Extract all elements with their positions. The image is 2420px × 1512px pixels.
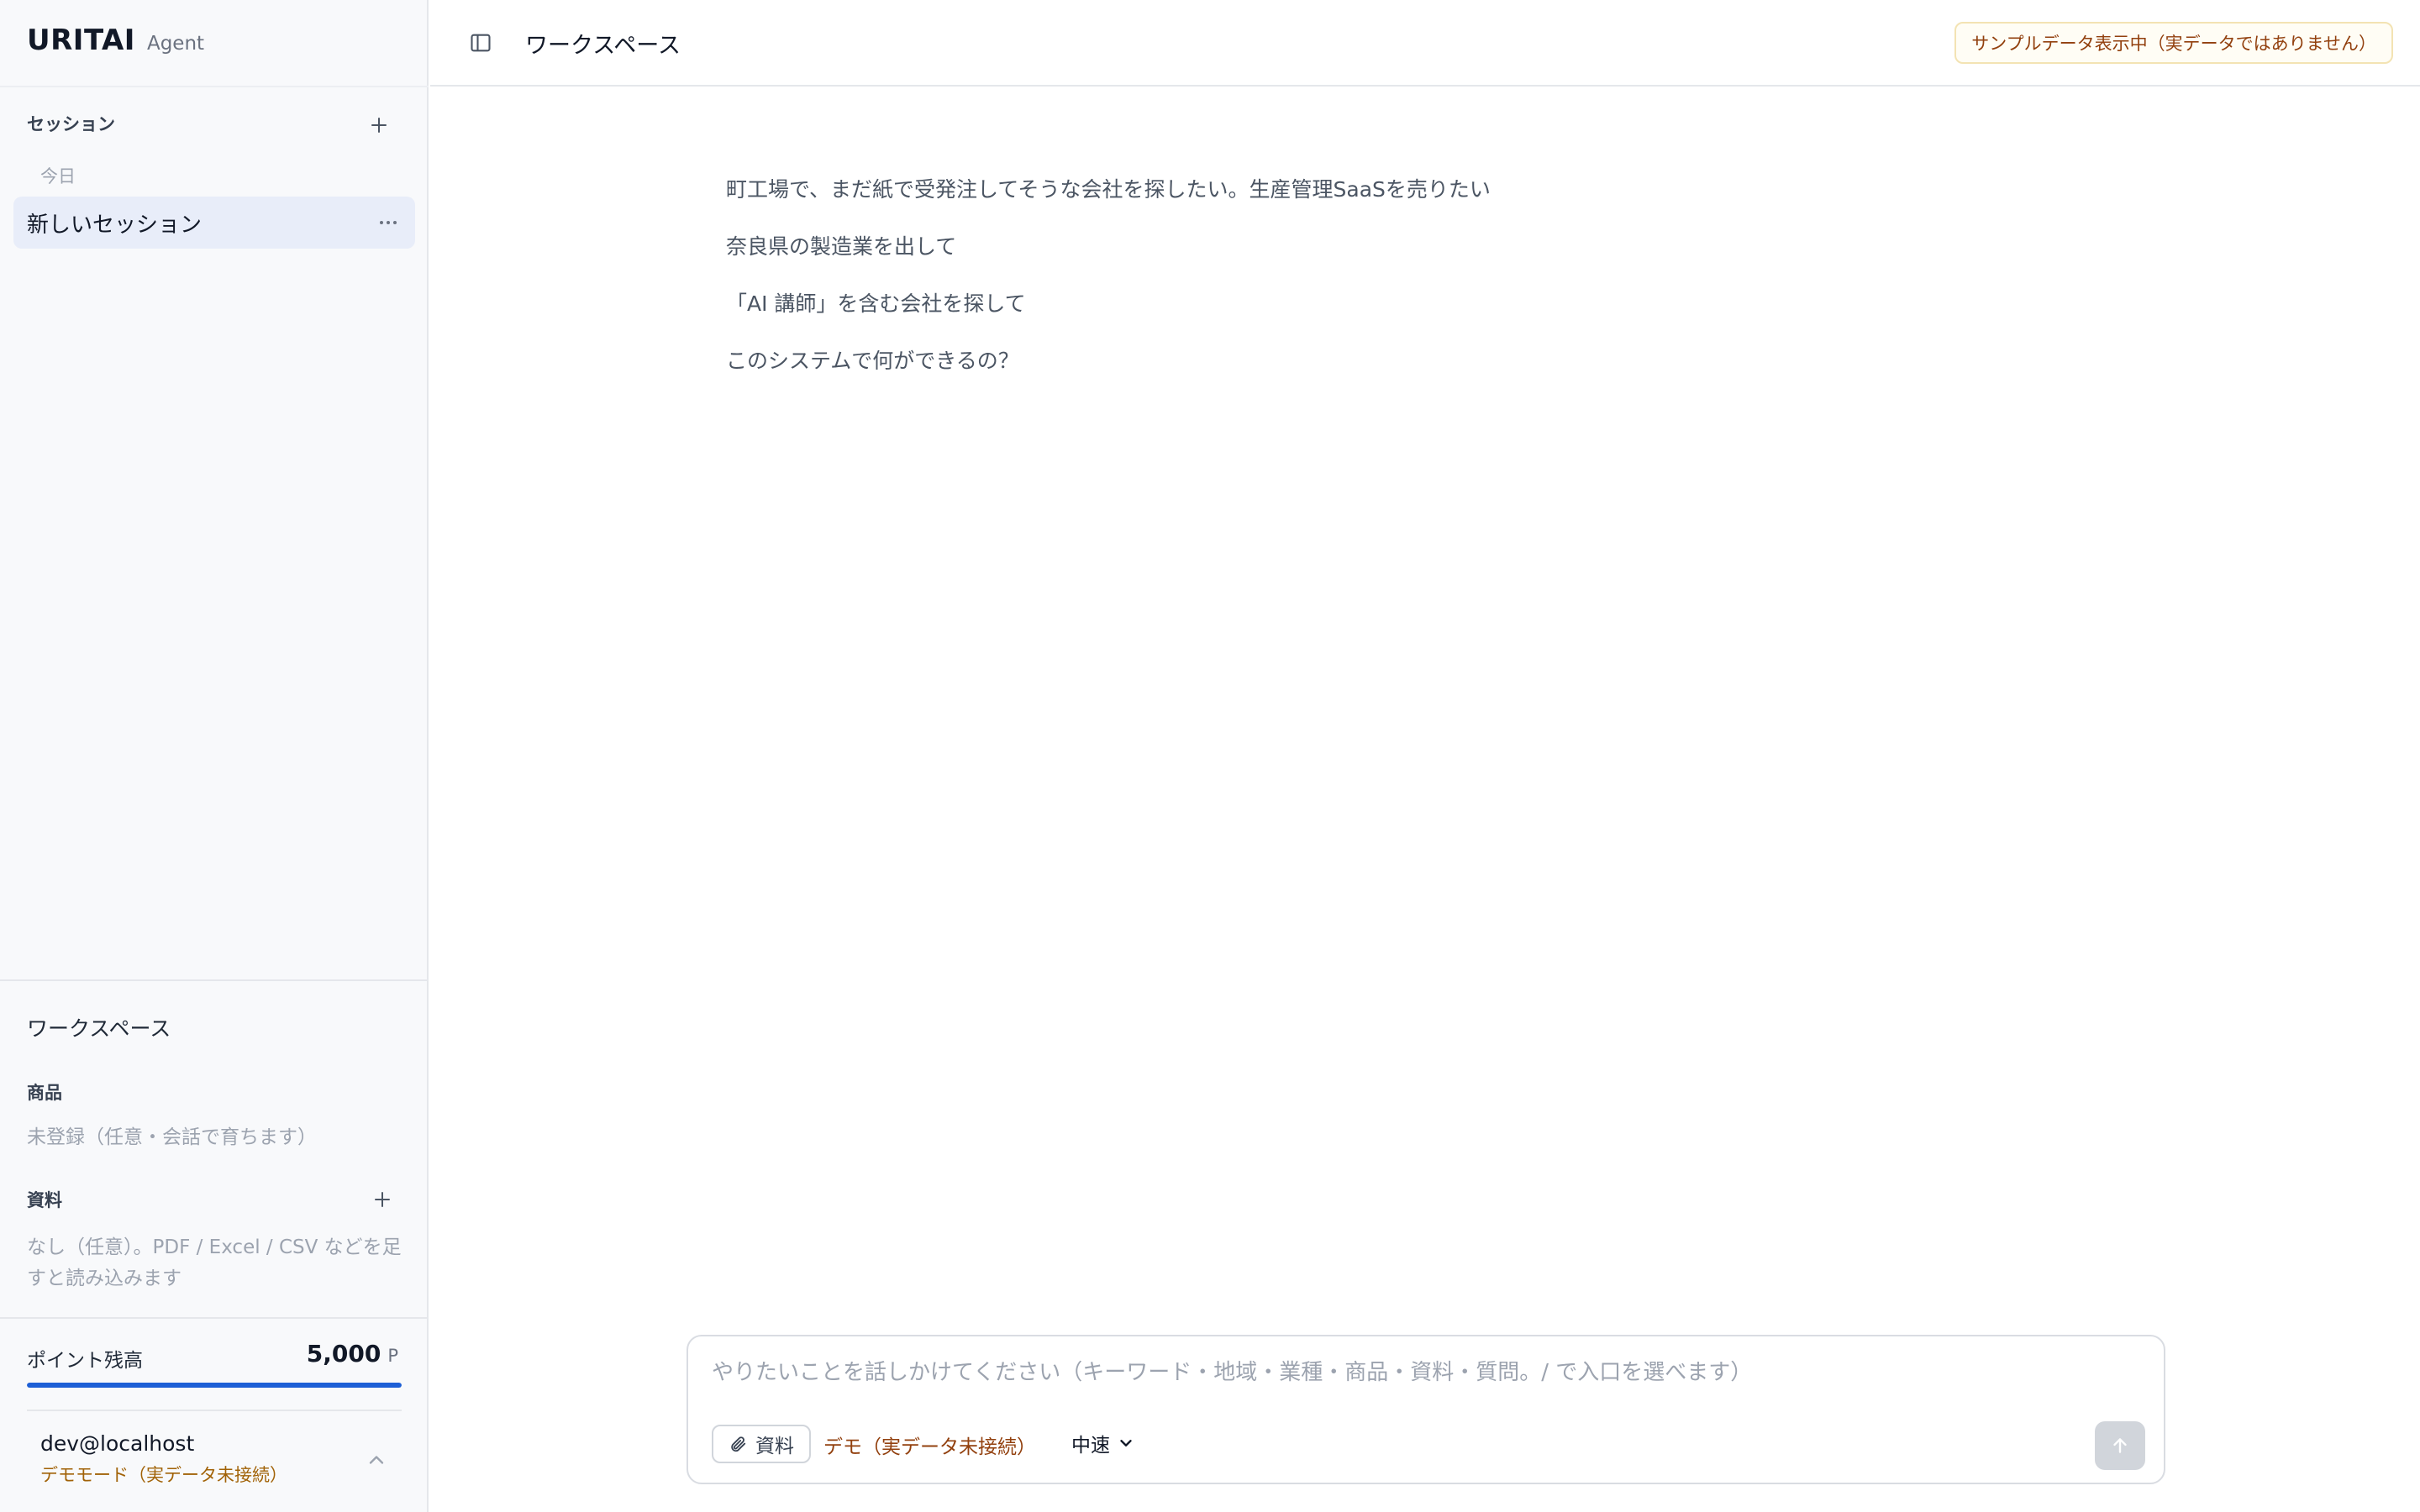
top-header: ワークスペース サンプルデータ表示中（実データではありません） <box>430 0 2420 87</box>
user-divider <box>27 1410 402 1411</box>
materials-empty-text: なし（任意）。PDF / Excel / CSV などを足すと読み込みます <box>27 1236 402 1289</box>
attach-button-label: 資料 <box>755 1436 794 1457</box>
suggestion-item[interactable]: 「AI 講師」を含む会社を探して <box>726 287 1026 318</box>
user-email: dev@localhost <box>40 1431 195 1456</box>
sidebar-toggle-button[interactable] <box>464 26 497 60</box>
workspace-divider <box>0 979 429 981</box>
sidebar-header-divider <box>0 86 429 87</box>
plus-icon <box>371 118 387 133</box>
paperclip-icon <box>731 1436 746 1452</box>
session-item-label: 新しいセッション <box>27 212 203 238</box>
speed-select[interactable]: 中速 <box>1071 1429 1135 1457</box>
send-button[interactable] <box>2095 1421 2145 1470</box>
add-session-button[interactable] <box>362 108 396 142</box>
ellipsis-icon[interactable] <box>375 209 402 236</box>
brand: URITAI Agent <box>27 24 204 57</box>
session-group-today: 今日 <box>40 166 76 186</box>
session-item-new[interactable]: 新しいセッション <box>13 197 415 249</box>
suggestion-item[interactable]: 奈良県の製造業を出して <box>726 230 956 260</box>
points-label: ポイント残高 <box>27 1350 143 1372</box>
brand-subtitle: Agent <box>146 33 205 55</box>
product-title: 商品 <box>27 1083 62 1103</box>
panel-left-icon <box>471 34 491 52</box>
chevron-down-icon <box>1120 1440 1132 1446</box>
user-menu-button[interactable]: dev@localhost デモモード（実データ未接続） <box>27 1420 402 1504</box>
workspace-title: ワークスペース <box>27 1016 171 1041</box>
user-mode-label: デモモード（実データ未接続） <box>40 1465 287 1485</box>
arrow-up-icon <box>2113 1438 2127 1453</box>
product-empty-text: 未登録（任意・会話で育ちます） <box>27 1126 317 1148</box>
app-root: URITAI Agent セッション 今日 新しいセッション ワークスペース 商… <box>0 0 2420 1512</box>
chat-input[interactable] <box>712 1353 2123 1392</box>
sessions-title: セッション <box>27 114 115 134</box>
sidebar: URITAI Agent セッション 今日 新しいセッション ワークスペース 商… <box>0 0 429 1512</box>
suggestion-item[interactable]: 町工場で、まだ紙で受発注してそうな会社を探したい。生産管理SaaSを売りたい <box>726 173 1491 203</box>
points-progress-fill <box>27 1383 402 1388</box>
materials-title: 資料 <box>27 1190 62 1210</box>
points-number: 5,000 <box>306 1340 381 1368</box>
attach-material-button[interactable]: 資料 <box>712 1425 811 1463</box>
points-divider <box>0 1317 429 1319</box>
points-progress-bar <box>27 1383 402 1388</box>
add-material-button[interactable] <box>366 1183 399 1216</box>
demo-status-label: デモ（実データ未接続） <box>823 1436 1036 1458</box>
chevron-up-icon <box>369 1456 384 1464</box>
suggestion-item[interactable]: このシステムで何ができるの？ <box>726 344 1019 375</box>
page-title: ワークスペース <box>525 33 681 59</box>
points-unit: P <box>387 1346 398 1366</box>
points-balance: 5,000 P <box>307 1340 398 1368</box>
plus-icon <box>375 1192 390 1207</box>
chat-composer: 資料 デモ（実データ未接続） 中速 <box>687 1335 2165 1484</box>
speed-selected-value: 中速 <box>1071 1435 1110 1457</box>
brand-name: URITAI <box>27 24 135 57</box>
sample-data-badge: サンプルデータ表示中（実データではありません） <box>1954 22 2393 64</box>
